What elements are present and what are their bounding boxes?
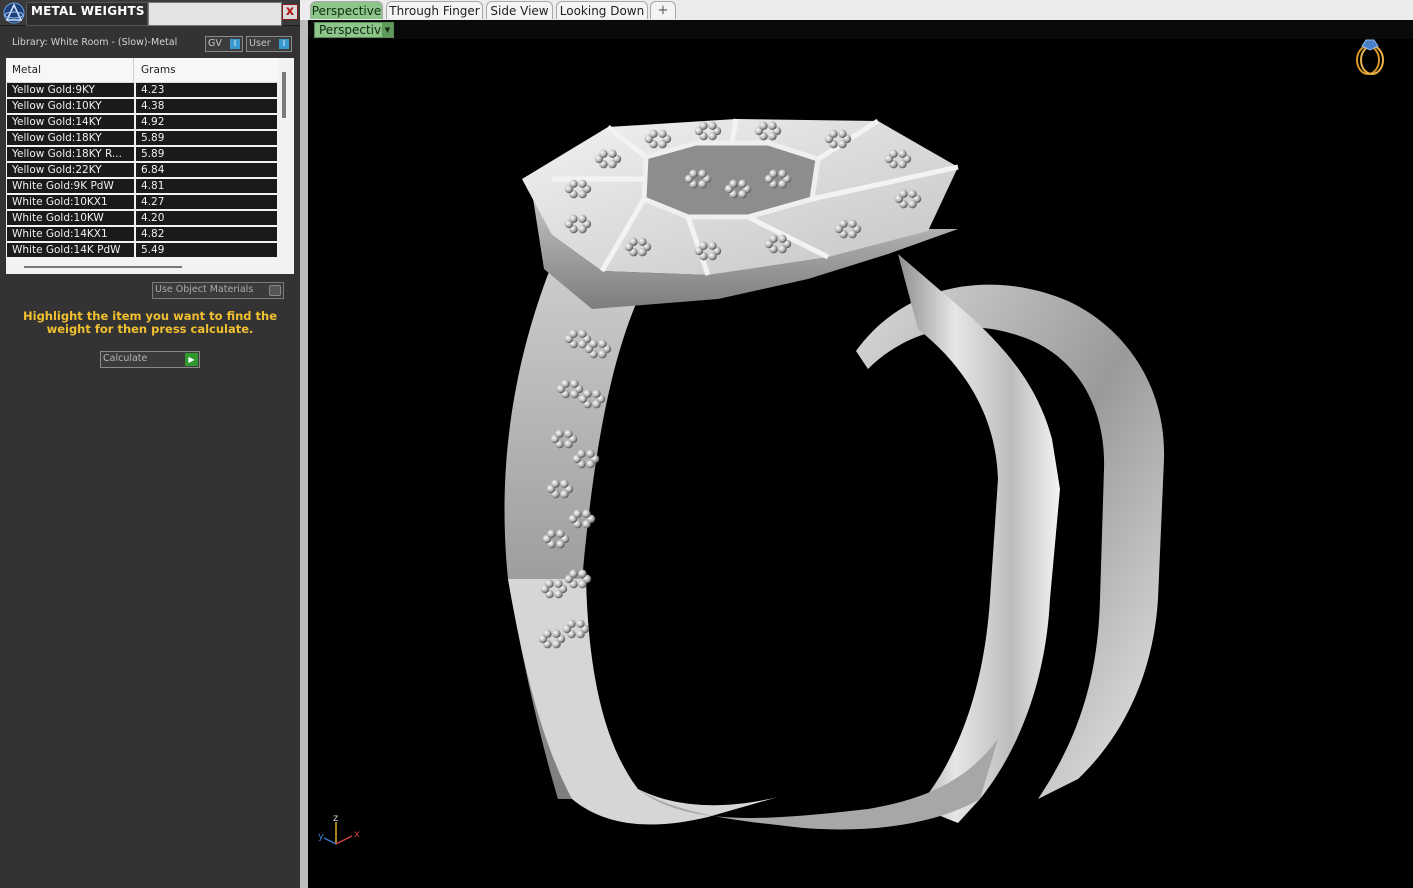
app-logo-icon — [3, 2, 25, 24]
panel-header: METAL WEIGHTS x — [0, 0, 300, 26]
table-row[interactable]: White Gold:9K PdW 4.81 — [6, 178, 278, 194]
table-row[interactable]: White Gold:14K PdW 5.49 — [6, 242, 278, 258]
close-icon: x — [285, 4, 295, 19]
setting-center-octagon — [641, 140, 821, 220]
panel-header-bar — [148, 2, 282, 26]
metal-cell: Yellow Gold:22KY — [7, 163, 134, 177]
grams-cell: 4.38 — [136, 99, 277, 113]
axis-gizmo-icon: z x y — [318, 813, 360, 845]
play-icon: ▶ — [185, 353, 198, 366]
column-header-metal[interactable]: Metal — [6, 58, 134, 82]
use-object-materials-label: Use Object Materials — [155, 284, 254, 295]
metal-cell: Yellow Gold:18KY — [7, 131, 134, 145]
table-row[interactable]: Yellow Gold:18KY 5.89 — [6, 130, 278, 146]
add-tab-button[interactable]: + — [650, 1, 676, 19]
panel-title: METAL WEIGHTS — [31, 4, 145, 18]
user-toggle-knob-icon: I — [279, 39, 289, 49]
axis-label-x: x — [354, 829, 360, 840]
panel-divider[interactable] — [300, 20, 308, 888]
metal-cell: White Gold:10KX1 — [7, 195, 134, 209]
grams-cell: 4.81 — [136, 179, 277, 193]
grams-cell: 6.84 — [136, 163, 277, 177]
library-label: Library: White Room - (Slow)-Metal — [12, 37, 178, 48]
grams-cell: 5.49 — [136, 243, 277, 257]
plus-icon: + — [657, 3, 669, 18]
horizontal-scrollbar[interactable] — [24, 266, 182, 268]
metal-cell: White Gold:14K PdW — [7, 243, 134, 257]
metal-cell: Yellow Gold:14KY — [7, 115, 134, 129]
metal-cell: Yellow Gold:18KY R... — [7, 147, 134, 161]
table-row[interactable]: Yellow Gold:9KY 4.23 — [6, 82, 278, 98]
metal-cell: Yellow Gold:10KY — [7, 99, 134, 113]
gv-toggle-knob-icon: I — [230, 39, 240, 49]
metal-cell: White Gold:9K PdW — [7, 179, 134, 193]
user-toggle[interactable]: User I — [246, 36, 292, 52]
gv-toggle-label: GV — [208, 38, 222, 49]
ring-model[interactable] — [308, 39, 1413, 888]
column-header-grams[interactable]: Grams — [135, 58, 278, 82]
grams-cell: 4.82 — [136, 227, 277, 241]
use-object-materials-toggle[interactable]: Use Object Materials — [152, 282, 284, 299]
grams-cell: 4.92 — [136, 115, 277, 129]
close-button[interactable]: x — [282, 4, 298, 20]
calculate-button[interactable]: Calculate ▶ — [100, 351, 200, 368]
tab-looking-down[interactable]: Looking Down — [556, 1, 648, 19]
table-body: Yellow Gold:9KY 4.23 Yellow Gold:10KY 4.38… — [6, 82, 278, 258]
3d-viewport[interactable]: z x y — [308, 39, 1413, 888]
chevron-down-icon: ▼ — [382, 23, 393, 37]
axis-label-z: z — [333, 813, 338, 824]
table-row[interactable]: Yellow Gold:10KY 4.38 — [6, 98, 278, 114]
grams-cell: 5.89 — [136, 131, 277, 145]
checkbox-icon — [269, 285, 281, 296]
table-row[interactable]: White Gold:14KX1 4.82 — [6, 226, 278, 242]
metal-weights-table: Metal Grams Yellow Gold:9KY 4.23 Yellow G… — [6, 58, 294, 274]
view-dropdown[interactable]: Perspective ▼ — [314, 22, 394, 38]
view-tab-bar: Perspective Through Finger Side View Loo… — [300, 0, 1413, 21]
vertical-scrollbar[interactable] — [282, 72, 286, 118]
tab-side-view[interactable]: Side View — [486, 1, 553, 19]
tab-perspective[interactable]: Perspective — [310, 1, 383, 19]
view-toolbar: Perspective ▼ — [308, 20, 1413, 39]
tab-through-finger[interactable]: Through Finger — [386, 1, 483, 19]
table-row[interactable]: White Gold:10KW 4.20 — [6, 210, 278, 226]
metal-cell: White Gold:14KX1 — [7, 227, 134, 241]
hint-text: Highlight the item you want to find the … — [23, 309, 277, 336]
calculate-label: Calculate — [103, 353, 148, 364]
axis-label-y: y — [318, 831, 324, 842]
panel-title-box: METAL WEIGHTS — [26, 2, 148, 26]
table-row[interactable]: Yellow Gold:22KY 6.84 — [6, 162, 278, 178]
table-header: Metal Grams — [6, 58, 278, 83]
grams-cell: 4.27 — [136, 195, 277, 209]
metal-cell: Yellow Gold:9KY — [7, 83, 134, 97]
grams-cell: 5.89 — [136, 147, 277, 161]
ring-opening — [615, 337, 848, 771]
table-row[interactable]: White Gold:10KX1 4.27 — [6, 194, 278, 210]
user-toggle-label: User — [249, 38, 271, 49]
metal-cell: White Gold:10KW — [7, 211, 134, 225]
table-row[interactable]: Yellow Gold:14KY 4.92 — [6, 114, 278, 130]
gv-toggle[interactable]: GV I — [205, 36, 243, 52]
grams-cell: 4.23 — [136, 83, 277, 97]
view-dropdown-label: Perspective — [319, 23, 389, 37]
metal-weights-panel: METAL WEIGHTS x Library: White Room - (S… — [0, 0, 300, 888]
table-row[interactable]: Yellow Gold:18KY R... 5.89 — [6, 146, 278, 162]
ring-orientation-icon[interactable] — [1350, 39, 1390, 76]
grams-cell: 4.20 — [136, 211, 277, 225]
